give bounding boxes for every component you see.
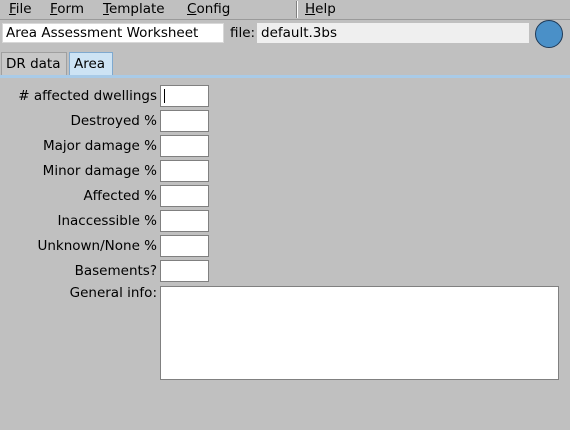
menu-help-label: elp <box>315 1 336 17</box>
affected-dwellings-label: # affected dwellings <box>18 88 157 104</box>
tab-underline <box>0 75 570 78</box>
destroyed-input[interactable] <box>160 110 209 132</box>
minor-damage-input[interactable] <box>160 160 209 182</box>
general-info-label: General info: <box>69 285 157 301</box>
menu-separator <box>296 1 298 18</box>
affected-input[interactable] <box>160 185 209 207</box>
menu-file-label: ile <box>15 1 32 17</box>
destroyed-label: Destroyed % <box>70 113 157 129</box>
text-cursor <box>164 89 165 103</box>
menu-form[interactable]: Form <box>50 1 84 18</box>
unknown-none-label: Unknown/None % <box>37 238 157 254</box>
menu-help-mnemonic: H <box>305 1 316 17</box>
inaccessible-input[interactable] <box>160 210 209 232</box>
menu-file-mnemonic: F <box>9 1 16 17</box>
basements-label: Basements? <box>74 263 157 279</box>
menu-help[interactable]: Help <box>305 1 336 18</box>
menu-config[interactable]: Config <box>187 1 230 18</box>
worksheet-title-field[interactable]: Area Assessment Worksheet <box>2 23 224 43</box>
menu-form-label: orm <box>57 1 85 17</box>
menu-template-label: emplate <box>108 1 165 17</box>
menubar: File Form Template Config Help <box>0 0 570 20</box>
tab-bar: DR data Area <box>0 52 570 76</box>
basements-input[interactable] <box>160 260 209 282</box>
tab-area[interactable]: Area <box>69 52 113 75</box>
unknown-none-input[interactable] <box>160 235 209 257</box>
inaccessible-label: Inaccessible % <box>57 213 157 229</box>
file-name-field: default.3bs <box>257 23 529 43</box>
affected-label: Affected % <box>83 188 157 204</box>
affected-dwellings-input[interactable] <box>160 85 209 107</box>
tab-dr-data[interactable]: DR data <box>1 52 67 75</box>
status-indicator-icon[interactable] <box>535 20 563 48</box>
major-damage-label: Major damage % <box>42 138 157 154</box>
menu-template[interactable]: Template <box>103 1 165 18</box>
menu-config-label: onfig <box>196 1 231 17</box>
major-damage-input[interactable] <box>160 135 209 157</box>
menu-file[interactable]: File <box>9 1 32 18</box>
file-label: file: <box>230 25 256 41</box>
general-info-textarea[interactable] <box>160 286 559 380</box>
minor-damage-label: Minor damage % <box>42 163 157 179</box>
